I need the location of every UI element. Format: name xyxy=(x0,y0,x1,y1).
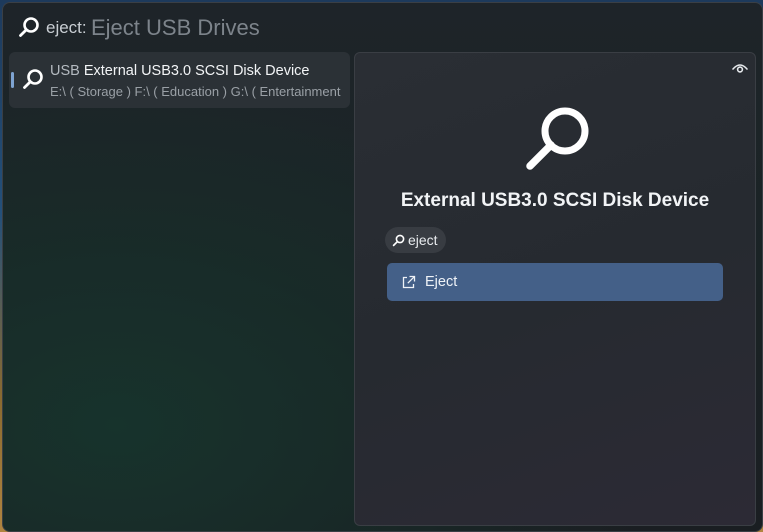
launcher-window: eject: Eject USB Drives USB External USB… xyxy=(2,2,763,532)
keyword-chip-label: eject xyxy=(408,232,438,248)
open-external-icon xyxy=(401,275,416,290)
search-icon xyxy=(521,103,593,175)
result-name: External USB3.0 SCSI Disk Device xyxy=(83,63,310,79)
search-icon xyxy=(392,234,405,247)
eye-icon[interactable] xyxy=(731,61,749,75)
preview-pane: External USB3.0 SCSI Disk Device eject E… xyxy=(354,52,756,526)
eject-button-label: Eject xyxy=(425,274,458,290)
result-tag: USB xyxy=(50,63,80,79)
search-query-text[interactable]: eject: xyxy=(46,18,87,38)
selection-indicator xyxy=(11,72,14,88)
preview-title: External USB3.0 SCSI Disk Device xyxy=(400,190,710,211)
search-hint-text: Eject USB Drives xyxy=(91,15,260,40)
list-item[interactable]: USB External USB3.0 SCSI Disk Device E:\… xyxy=(9,52,350,108)
result-subtitle: E:\ ( Storage ) F:\ ( Education ) G:\ ( … xyxy=(50,84,342,99)
keyword-chip: eject xyxy=(385,227,446,253)
eject-button[interactable]: Eject xyxy=(387,263,723,301)
result-title: USB External USB3.0 SCSI Disk Device xyxy=(50,63,310,79)
search-icon xyxy=(17,15,41,39)
search-icon xyxy=(21,67,45,91)
search-bar[interactable]: eject: Eject USB Drives xyxy=(3,3,762,51)
